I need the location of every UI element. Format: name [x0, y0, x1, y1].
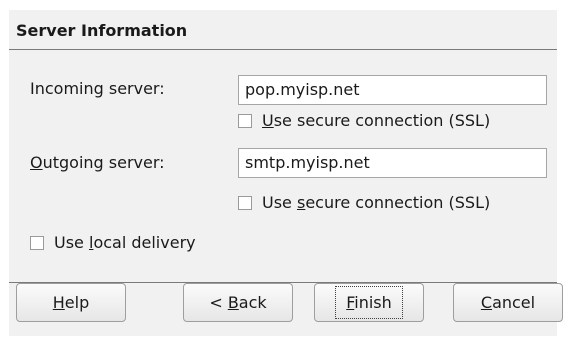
- outgoing-ssl-label: Use secure connection (SSL): [262, 193, 491, 212]
- incoming-server-input[interactable]: pop.myisp.net: [238, 75, 547, 105]
- cancel-button-label: Cancel: [480, 293, 536, 312]
- top-divider: [9, 49, 557, 50]
- outgoing-server-input[interactable]: smtp.myisp.net: [238, 148, 547, 178]
- finish-button-label: Finish: [335, 286, 403, 319]
- incoming-server-label: Incoming server:: [30, 79, 165, 98]
- section-title: Server Information: [16, 21, 188, 40]
- local-delivery-checkbox-row[interactable]: Use local delivery: [30, 233, 196, 252]
- finish-button[interactable]: Finish: [314, 283, 424, 322]
- cancel-button[interactable]: Cancel: [453, 283, 563, 322]
- incoming-ssl-checkbox-row[interactable]: Use secure connection (SSL): [238, 111, 490, 130]
- help-button[interactable]: Help: [16, 283, 126, 322]
- local-delivery-checkbox[interactable]: [30, 235, 44, 250]
- back-button[interactable]: < Back: [183, 283, 293, 322]
- local-delivery-label: Use local delivery: [54, 233, 196, 252]
- back-button-label: < Back: [209, 293, 267, 312]
- outgoing-ssl-checkbox[interactable]: [238, 195, 252, 210]
- outgoing-ssl-checkbox-row[interactable]: Use secure connection (SSL): [238, 193, 490, 212]
- help-button-label: Help: [52, 293, 90, 312]
- outgoing-server-label: Outgoing server:: [30, 153, 165, 172]
- incoming-ssl-label: Use secure connection (SSL): [262, 111, 491, 130]
- incoming-ssl-checkbox[interactable]: [238, 113, 252, 128]
